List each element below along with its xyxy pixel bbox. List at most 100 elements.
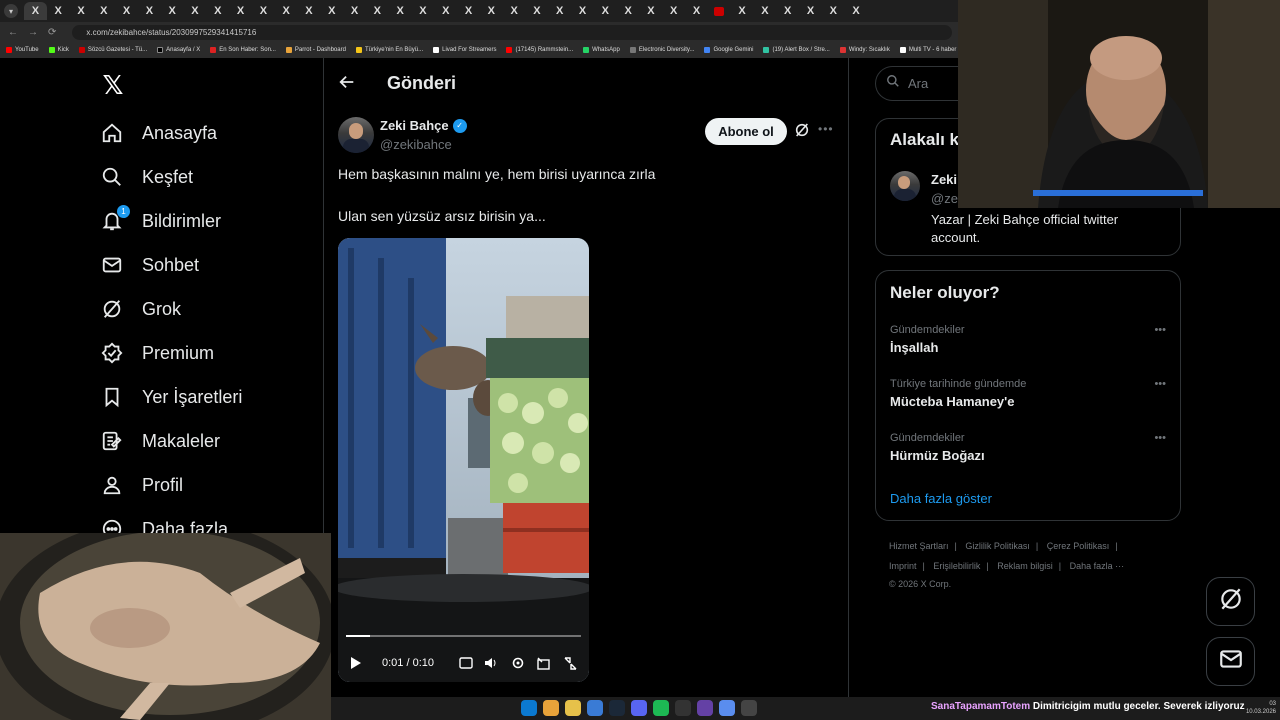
author-handle[interactable]: @zekibahce (380, 137, 452, 152)
video-player[interactable]: 0:01 / 0:10 (338, 238, 589, 682)
browser-tab[interactable]: X (754, 2, 777, 20)
nav-item-profile[interactable]: Profil (100, 470, 183, 500)
forward-nav-icon[interactable]: → (28, 27, 38, 38)
browser-tab[interactable]: X (640, 2, 663, 20)
browser-tab[interactable]: X (24, 2, 47, 20)
bookmark-item[interactable]: (17145) Rammstein... (506, 47, 573, 53)
app-icon[interactable] (719, 700, 735, 716)
trend-more-icon[interactable]: ••• (1154, 324, 1166, 336)
browser-tab[interactable]: X (845, 2, 868, 20)
nav-item-home[interactable]: Anasayfa (100, 118, 217, 148)
bookmark-item[interactable]: Electronic Diversity... (629, 47, 694, 53)
app-icon[interactable] (697, 700, 713, 716)
app-icon[interactable] (741, 700, 757, 716)
bookmark-item[interactable]: (19) Alert Box / Stre... (763, 47, 830, 53)
play-icon[interactable] (351, 657, 361, 669)
folder-icon[interactable] (565, 700, 581, 716)
settings-gear-icon[interactable] (512, 657, 524, 669)
browser-tab[interactable]: X (548, 2, 571, 20)
browser-tab[interactable]: X (389, 2, 412, 20)
browser-tab[interactable]: X (161, 2, 184, 20)
windows-start-icon[interactable] (521, 700, 537, 716)
trend-more-icon[interactable]: ••• (1154, 378, 1166, 390)
bookmark-item[interactable]: WhatsApp (583, 47, 620, 53)
browser-tab[interactable]: X (799, 2, 822, 20)
chrome-icon[interactable] (543, 700, 559, 716)
author-avatar[interactable] (338, 117, 374, 153)
bookmark-item[interactable]: YouTube (6, 47, 39, 53)
footer-link[interactable]: Hizmet Şartları (889, 541, 949, 551)
nav-item-premium[interactable]: Premium (100, 338, 214, 368)
browser-tab[interactable]: X (776, 2, 799, 20)
spotify-icon[interactable] (653, 700, 669, 716)
app-icon[interactable] (675, 700, 691, 716)
trend-item[interactable]: Türkiye tarihinde gündemde Mücteba Haman… (890, 378, 1166, 409)
browser-tab[interactable]: X (47, 2, 70, 20)
browser-tab[interactable]: X (184, 2, 207, 20)
nav-item-bookmarks[interactable]: Yer İşaretleri (100, 382, 242, 412)
related-name[interactable]: Zeki (931, 172, 957, 187)
nav-item-notifications[interactable]: 1 Bildirimler (100, 205, 221, 236)
browser-tab[interactable]: X (366, 2, 389, 20)
browser-tab[interactable]: X (822, 2, 845, 20)
bookmark-item[interactable]: Parrot - Dashboard (285, 47, 346, 53)
bookmark-item[interactable]: Google Gemini (704, 47, 753, 53)
footer-link[interactable]: Daha fazla ··· (1070, 561, 1125, 571)
pip-icon[interactable] (537, 657, 550, 670)
browser-tab[interactable]: X (503, 2, 526, 20)
captions-icon[interactable] (459, 657, 473, 669)
footer-link[interactable]: Imprint (889, 561, 917, 571)
bookmark-item[interactable]: Livad For Streamers (433, 47, 496, 53)
trend-item[interactable]: Gündemdekiler İnşallah ••• (890, 324, 1166, 355)
bookmark-item[interactable]: Anasayfa / X (157, 47, 200, 53)
author-name[interactable]: Zeki Bahçe (380, 118, 449, 133)
browser-tab[interactable]: X (229, 2, 252, 20)
show-more-link[interactable]: Daha fazla göster (890, 491, 992, 506)
browser-tab[interactable]: X (685, 2, 708, 20)
browser-tab[interactable]: X (115, 2, 138, 20)
browser-tab[interactable]: X (252, 2, 275, 20)
bookmark-item[interactable]: Kick (48, 47, 69, 53)
trend-item[interactable]: Gündemdekiler Hürmüz Boğazı ••• (890, 432, 1166, 463)
browser-tab[interactable]: X (731, 2, 754, 20)
related-avatar[interactable] (890, 171, 920, 201)
browser-tab[interactable]: X (617, 2, 640, 20)
browser-tab[interactable]: X (480, 2, 503, 20)
browser-tab[interactable]: X (412, 2, 435, 20)
browser-tab[interactable]: X (594, 2, 617, 20)
bookmark-item[interactable]: Multi TV - 6 haber (899, 47, 956, 53)
browser-tab[interactable]: X (526, 2, 549, 20)
nav-item-chat[interactable]: Sohbet (100, 250, 199, 280)
messages-fab[interactable] (1206, 637, 1255, 686)
tab-search-button[interactable]: ▾ (4, 4, 18, 18)
back-arrow-icon[interactable] (338, 72, 358, 92)
search-box[interactable] (875, 66, 965, 101)
nav-item-grok[interactable]: Grok (100, 294, 181, 324)
youtube-tab[interactable] (708, 2, 731, 20)
bookmark-item[interactable]: Sözcü Gazetesi - Tü... (78, 47, 147, 53)
grok-explain-icon[interactable] (794, 122, 810, 138)
back-nav-icon[interactable]: ← (8, 27, 18, 38)
follow-button[interactable]: Abone ol (705, 118, 787, 145)
bookmark-item[interactable]: En Son Haber: Son... (210, 47, 276, 53)
nav-item-explore[interactable]: Keşfet (100, 162, 193, 192)
search-input[interactable] (908, 76, 963, 91)
footer-link[interactable]: Erişilebilirlik (933, 561, 980, 571)
footer-link[interactable]: Gizlilik Politikası (965, 541, 1030, 551)
browser-tab[interactable]: X (457, 2, 480, 20)
browser-tab[interactable]: X (434, 2, 457, 20)
browser-tab[interactable]: X (138, 2, 161, 20)
x-logo-icon[interactable]: 𝕏 (100, 72, 126, 98)
steam-icon[interactable] (609, 700, 625, 716)
app-icon[interactable] (587, 700, 603, 716)
grok-fab[interactable] (1206, 577, 1255, 626)
bookmark-item[interactable]: Türkiye'nin En Büyü... (355, 47, 423, 53)
video-progress-track[interactable] (346, 635, 581, 637)
footer-link[interactable]: Çerez Politikası (1047, 541, 1110, 551)
bookmark-item[interactable]: Windy: Sıcaklık (839, 47, 890, 53)
volume-icon[interactable] (485, 658, 496, 668)
reload-icon[interactable]: ⟳ (48, 27, 56, 38)
browser-tab[interactable]: X (275, 2, 298, 20)
author-name-row[interactable]: Zeki Bahçe ✓ (380, 118, 467, 133)
fullscreen-icon[interactable] (564, 657, 577, 670)
